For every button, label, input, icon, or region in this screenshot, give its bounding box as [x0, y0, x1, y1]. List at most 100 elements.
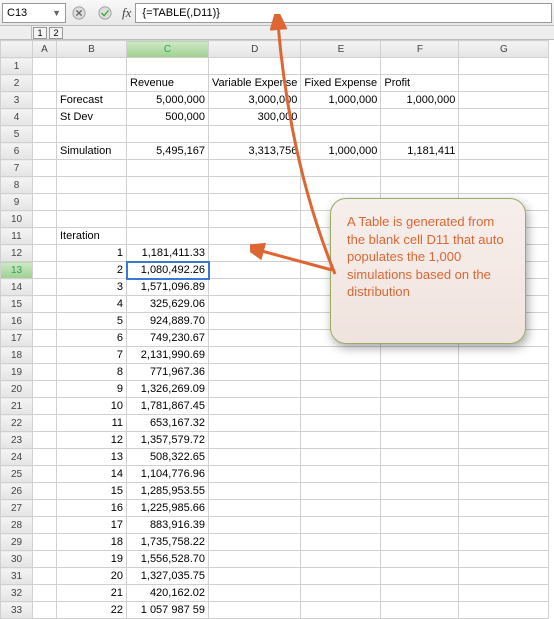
- cell[interactable]: [209, 500, 301, 517]
- row-header[interactable]: 14: [1, 279, 33, 296]
- cell[interactable]: [33, 602, 57, 619]
- cell[interactable]: 1,326,269.09: [127, 381, 209, 398]
- cell[interactable]: [301, 398, 381, 415]
- cell[interactable]: [209, 585, 301, 602]
- cell[interactable]: 749,230.67: [127, 330, 209, 347]
- cell[interactable]: [127, 211, 209, 228]
- cell[interactable]: [33, 58, 57, 75]
- cell[interactable]: 924,889.70: [127, 313, 209, 330]
- cell[interactable]: 653,167.32: [127, 415, 209, 432]
- cell[interactable]: [459, 347, 549, 364]
- cell[interactable]: [459, 58, 549, 75]
- name-box[interactable]: C13 ▼: [2, 3, 66, 23]
- cell[interactable]: [459, 483, 549, 500]
- cell[interactable]: [381, 568, 459, 585]
- cell[interactable]: [301, 500, 381, 517]
- cell[interactable]: 508,322.65: [127, 449, 209, 466]
- cell[interactable]: 2,131,990.69: [127, 347, 209, 364]
- cell[interactable]: [459, 500, 549, 517]
- cell[interactable]: [127, 58, 209, 75]
- cell[interactable]: 420,162.02: [127, 585, 209, 602]
- cell[interactable]: 3: [57, 279, 127, 296]
- cell[interactable]: 5: [57, 313, 127, 330]
- row-header[interactable]: 11: [1, 228, 33, 245]
- row-header[interactable]: 16: [1, 313, 33, 330]
- cell[interactable]: [209, 381, 301, 398]
- cell[interactable]: 500,000: [127, 109, 209, 126]
- cell[interactable]: [459, 92, 549, 109]
- row-header[interactable]: 18: [1, 347, 33, 364]
- row-header[interactable]: 3: [1, 92, 33, 109]
- cell[interactable]: 1,327,035.75: [127, 568, 209, 585]
- cell[interactable]: [209, 551, 301, 568]
- cell[interactable]: 325,629.06: [127, 296, 209, 313]
- cell[interactable]: [33, 262, 57, 279]
- row-header[interactable]: 23: [1, 432, 33, 449]
- cell[interactable]: [381, 126, 459, 143]
- cell[interactable]: [381, 466, 459, 483]
- cell[interactable]: [209, 364, 301, 381]
- cell[interactable]: [301, 449, 381, 466]
- cell[interactable]: 1,556,528.70: [127, 551, 209, 568]
- cell[interactable]: [209, 296, 301, 313]
- cell[interactable]: [33, 364, 57, 381]
- row-header[interactable]: 32: [1, 585, 33, 602]
- cell[interactable]: 18: [57, 534, 127, 551]
- cell[interactable]: 1,181,411.33: [127, 245, 209, 262]
- row-header[interactable]: 13: [1, 262, 33, 279]
- cell[interactable]: [57, 160, 127, 177]
- cell[interactable]: 1: [57, 245, 127, 262]
- cell[interactable]: 8: [57, 364, 127, 381]
- cell[interactable]: [33, 500, 57, 517]
- cell[interactable]: [57, 177, 127, 194]
- cell[interactable]: 1,000,000: [381, 92, 459, 109]
- row-header[interactable]: 2: [1, 75, 33, 92]
- outline-level-1[interactable]: 1: [33, 27, 47, 39]
- row-header[interactable]: 9: [1, 194, 33, 211]
- row-header[interactable]: 12: [1, 245, 33, 262]
- cell[interactable]: [33, 228, 57, 245]
- enter-icon[interactable]: [93, 3, 117, 23]
- cell[interactable]: [459, 551, 549, 568]
- cell[interactable]: St Dev: [57, 109, 127, 126]
- row-header[interactable]: 6: [1, 143, 33, 160]
- cell[interactable]: 17: [57, 517, 127, 534]
- cell[interactable]: 5,495,167: [127, 143, 209, 160]
- cell[interactable]: [33, 143, 57, 160]
- cell[interactable]: [459, 568, 549, 585]
- cell[interactable]: 2: [57, 262, 127, 279]
- cell[interactable]: [459, 585, 549, 602]
- cell[interactable]: [381, 517, 459, 534]
- cell[interactable]: Simulation: [57, 143, 127, 160]
- cell[interactable]: [209, 483, 301, 500]
- cell[interactable]: [381, 483, 459, 500]
- cell[interactable]: [33, 347, 57, 364]
- cell[interactable]: [33, 534, 57, 551]
- cell[interactable]: [33, 466, 57, 483]
- cell[interactable]: [33, 398, 57, 415]
- row-header[interactable]: 17: [1, 330, 33, 347]
- cell[interactable]: [301, 585, 381, 602]
- cell[interactable]: 4: [57, 296, 127, 313]
- cell[interactable]: [301, 602, 381, 619]
- row-header[interactable]: 5: [1, 126, 33, 143]
- cell[interactable]: [381, 585, 459, 602]
- row-header[interactable]: 7: [1, 160, 33, 177]
- cell[interactable]: 16: [57, 500, 127, 517]
- cell[interactable]: [209, 415, 301, 432]
- cell[interactable]: [33, 330, 57, 347]
- cell[interactable]: [57, 75, 127, 92]
- row-header[interactable]: 21: [1, 398, 33, 415]
- cell[interactable]: [381, 534, 459, 551]
- col-header-B[interactable]: B: [57, 41, 127, 58]
- cell[interactable]: [33, 296, 57, 313]
- cell[interactable]: [459, 517, 549, 534]
- cell[interactable]: [57, 58, 127, 75]
- cell[interactable]: 1,080,492.26: [127, 262, 209, 279]
- cell[interactable]: [209, 568, 301, 585]
- row-header[interactable]: 30: [1, 551, 33, 568]
- cell[interactable]: [33, 211, 57, 228]
- cell[interactable]: [127, 194, 209, 211]
- row-header[interactable]: 26: [1, 483, 33, 500]
- cell[interactable]: [33, 551, 57, 568]
